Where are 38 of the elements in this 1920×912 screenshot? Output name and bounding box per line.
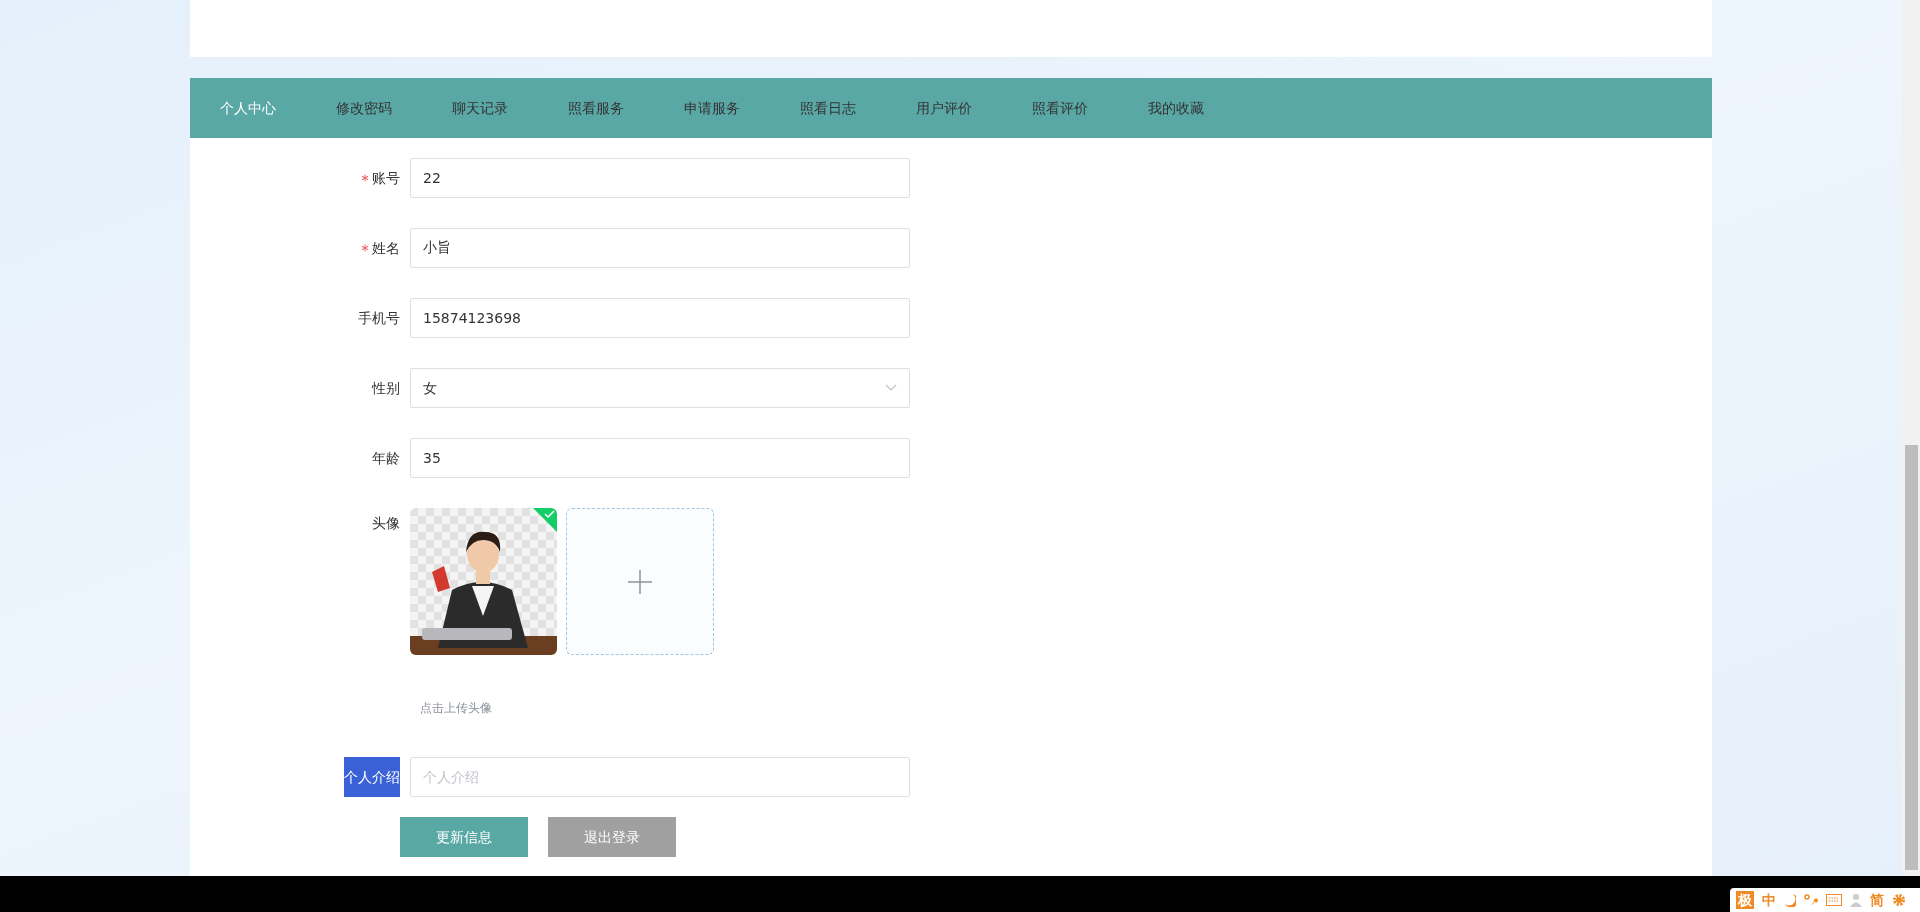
input-field[interactable]: 小旨 [410, 228, 910, 268]
nav-tab[interactable]: 照看服务 [538, 89, 654, 127]
nav-tab[interactable]: 修改密码 [306, 89, 422, 127]
update-button[interactable]: 更新信息 [400, 817, 528, 857]
field-label: 手机号 [358, 309, 400, 328]
ime-mode-button[interactable]: 中 [1762, 889, 1776, 911]
plus-icon [628, 569, 652, 594]
input-field[interactable]: 22 [410, 158, 910, 198]
scrollbar[interactable] [1902, 0, 1920, 876]
ime-logo[interactable]: 极 [1736, 891, 1754, 909]
input-field[interactable]: 15874123698 [410, 298, 910, 338]
chevron-down-icon [885, 384, 897, 392]
scrollbar-thumb[interactable] [1905, 445, 1918, 870]
ime-charset-button[interactable]: 简 [1870, 889, 1884, 911]
select-field[interactable]: 女 [410, 368, 910, 408]
field-label: 性别 [372, 379, 400, 398]
input-field[interactable]: 个人介绍 [410, 757, 910, 797]
nav-tab[interactable]: 申请服务 [654, 89, 770, 127]
moon-icon[interactable] [1784, 893, 1796, 907]
nav-tab[interactable]: 用户评价 [886, 89, 1002, 127]
punctuation-icon[interactable] [1804, 893, 1818, 907]
nav-tab[interactable]: 个人中心 [190, 89, 306, 127]
upload-hint: 点击上传头像 [420, 700, 493, 717]
field-label: 账号 [372, 169, 400, 188]
nav-tab[interactable]: 聊天记录 [422, 89, 538, 127]
field-label: 头像 [372, 514, 400, 533]
input-field[interactable]: 35 [410, 438, 910, 478]
nav-tab[interactable]: 照看日志 [770, 89, 886, 127]
field-label: 个人介绍 [344, 757, 400, 797]
field-label: 年龄 [372, 449, 400, 468]
field-label: 姓名 [372, 239, 400, 258]
nav-tab[interactable]: 照看评价 [1002, 89, 1118, 127]
user-icon[interactable] [1850, 893, 1862, 907]
settings-icon[interactable] [1892, 893, 1906, 907]
keyboard-icon[interactable] [1826, 894, 1842, 906]
nav-tab[interactable]: 我的收藏 [1118, 89, 1234, 127]
logout-button[interactable]: 退出登录 [548, 817, 676, 857]
upload-box[interactable] [566, 508, 714, 655]
